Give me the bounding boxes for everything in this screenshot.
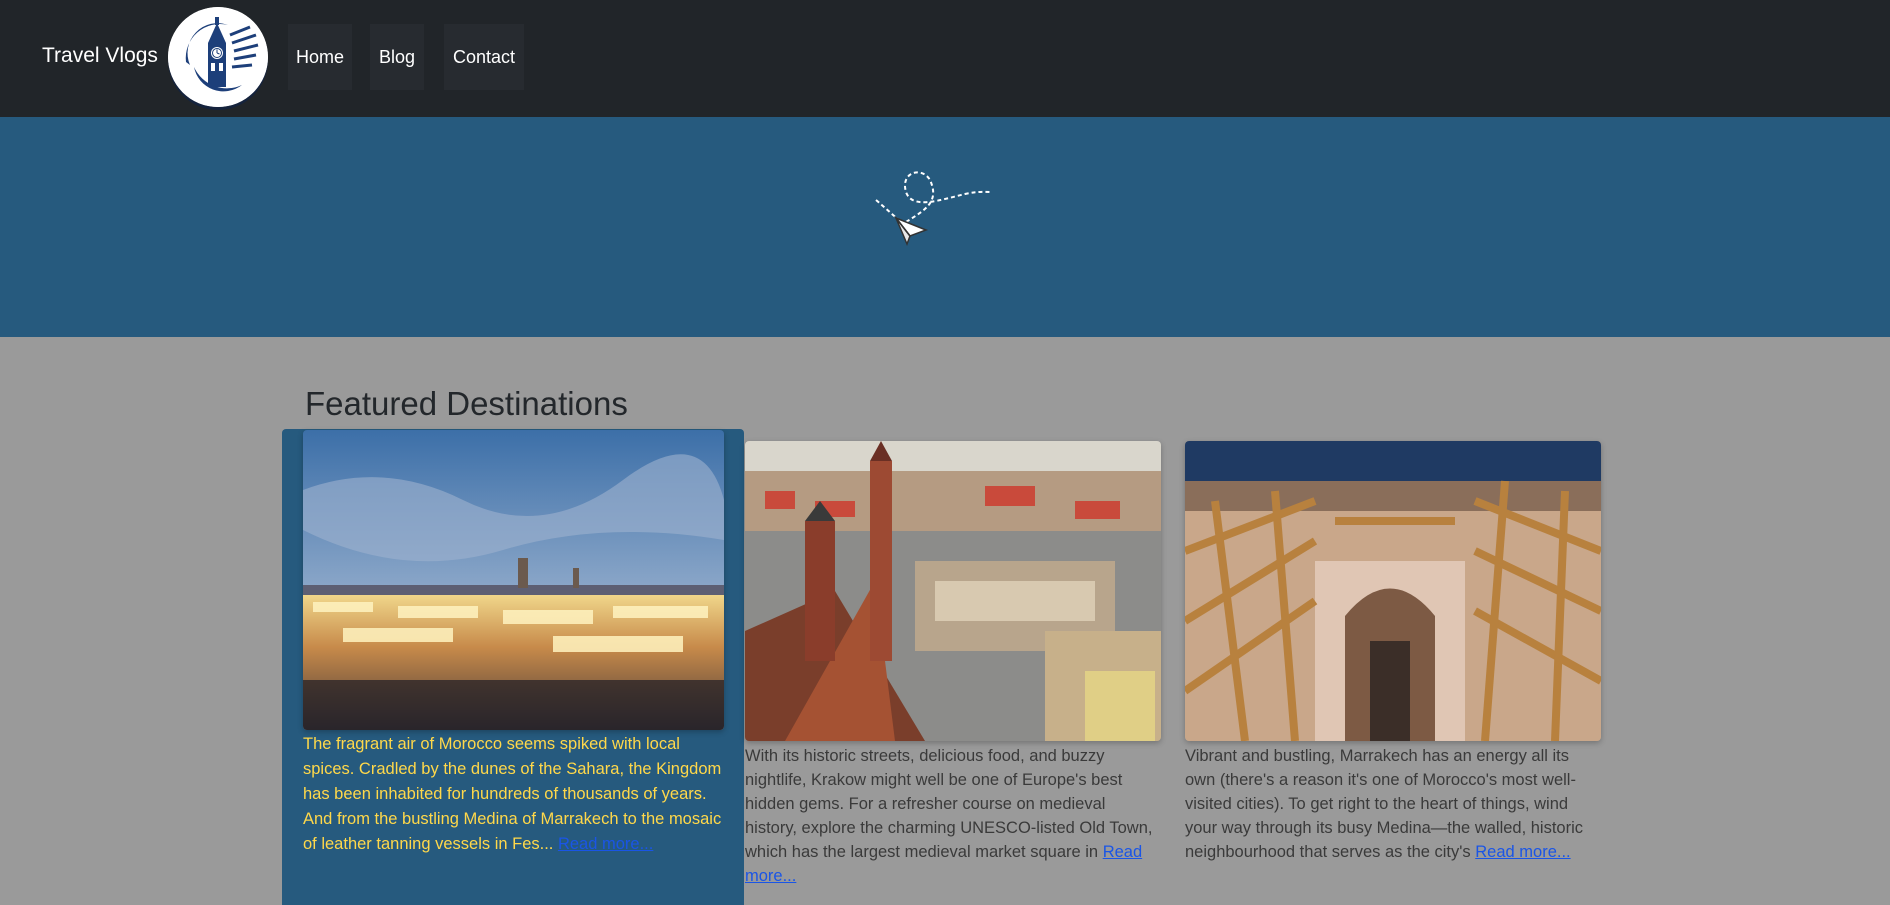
card-description: The fragrant air of Morocco seems spiked… (303, 732, 724, 857)
card-text: With its historic streets, delicious foo… (745, 747, 1153, 861)
destination-card-krakow[interactable]: With its historic streets, delicious foo… (745, 441, 1161, 888)
read-more-link[interactable]: Read more... (1475, 843, 1570, 861)
nav-contact-link[interactable]: Contact (444, 24, 524, 90)
destination-card-marrakech[interactable]: Vibrant and bustling, Marrakech has an e… (1185, 441, 1601, 864)
marrakech-medina-scaffolding-photo[interactable] (1185, 441, 1601, 741)
nav-blog-link[interactable]: Blog (370, 24, 424, 90)
read-more-link[interactable]: Read more... (558, 835, 653, 853)
destination-card-morocco[interactable]: The fragrant air of Morocco seems spiked… (303, 430, 724, 857)
nav-home-link[interactable]: Home (288, 24, 352, 90)
krakow-old-town-photo[interactable] (745, 441, 1161, 741)
navbar: Travel Vlogs Home Blog Contact (0, 0, 1890, 117)
section-title: Featured Destinations (305, 385, 628, 422)
card-description: With its historic streets, delicious foo… (745, 744, 1161, 888)
big-ben-globe-icon[interactable] (168, 7, 268, 107)
card-text: The fragrant air of Morocco seems spiked… (303, 735, 722, 853)
card-description: Vibrant and bustling, Marrakech has an e… (1185, 744, 1601, 864)
paper-plane-icon (875, 171, 993, 247)
marrakech-night-market-photo[interactable] (303, 430, 724, 730)
brand-title[interactable]: Travel Vlogs (42, 44, 158, 68)
hero-banner (0, 117, 1890, 337)
